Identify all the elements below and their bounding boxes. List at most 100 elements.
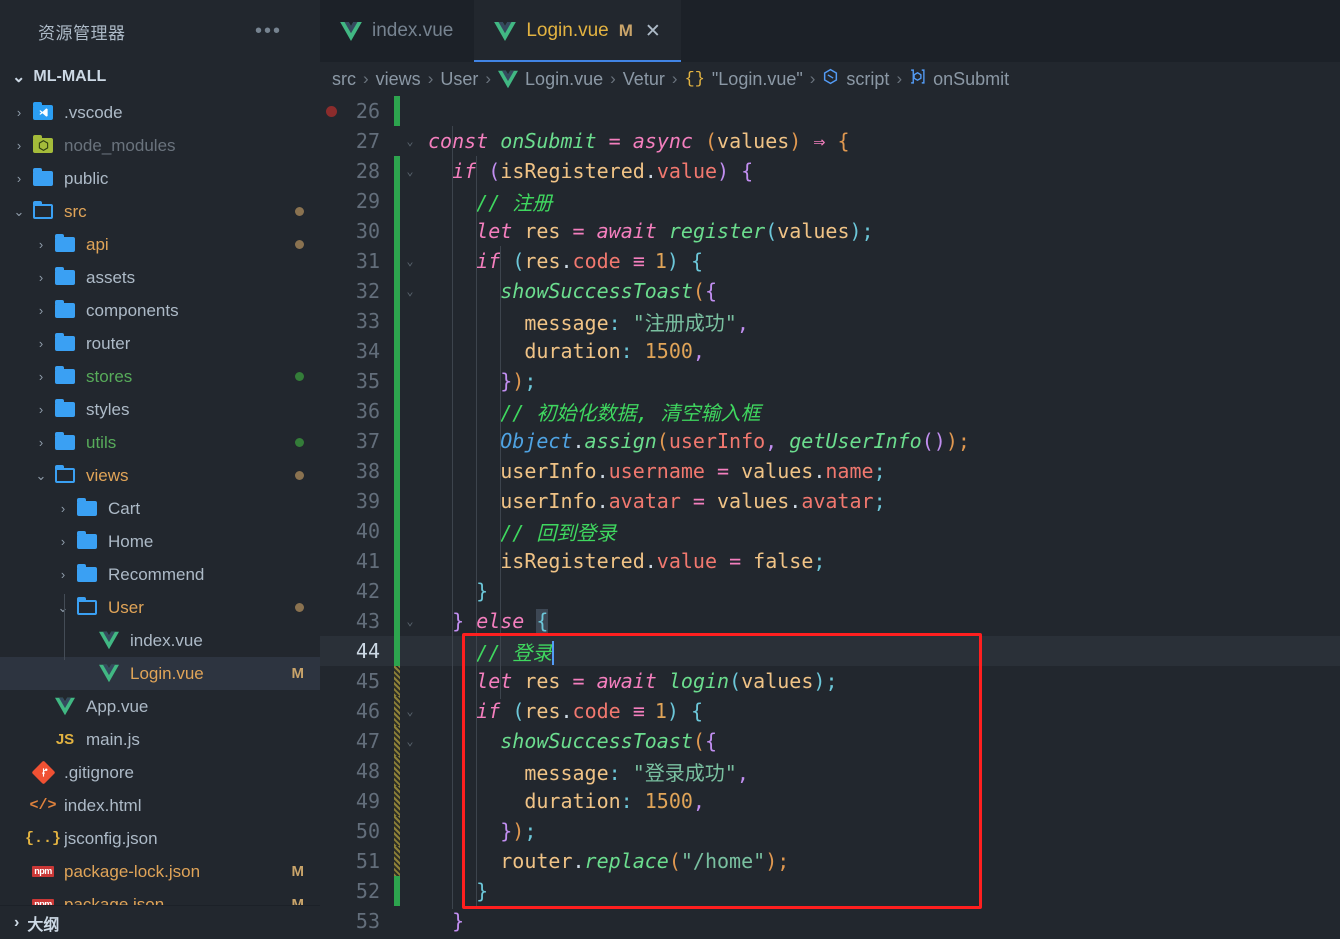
- fold-chevron-icon[interactable]: ⌄: [400, 704, 420, 718]
- code-line-35[interactable]: 35 });: [320, 366, 1340, 396]
- code-content[interactable]: 26 27 ⌄ const onSubmit = async (values) ⇒ {…: [320, 96, 1340, 939]
- code-line-34[interactable]: 34 duration: 1500,: [320, 336, 1340, 366]
- chevron-down-icon[interactable]: ⌄: [30, 468, 52, 484]
- tree-item-cart[interactable]: › Cart: [0, 492, 320, 525]
- chevron-right-icon[interactable]: ›: [30, 303, 52, 318]
- code-line-37[interactable]: 37 Object.assign(userInfo, getUserInfo()…: [320, 426, 1340, 456]
- chevron-right-icon[interactable]: ›: [30, 237, 52, 252]
- code-line-43[interactable]: 43 ⌄ } else {: [320, 606, 1340, 636]
- tree-item-package-json[interactable]: npm package.json M: [0, 888, 320, 905]
- breadcrumb[interactable]: src › views › User › Login.vue › Vetur › {} "Login.…: [320, 62, 1340, 96]
- chevron-right-icon[interactable]: ›: [30, 270, 52, 285]
- main-row: ⌄ ML-MALL › .vscode › node_modules › public ⌄ s…: [0, 62, 1340, 939]
- tree-item-jsconfig-json[interactable]: {..} jsconfig.json: [0, 822, 320, 855]
- breadcrumb-item-loginvue[interactable]: {} "Login.vue": [685, 69, 803, 90]
- code-line-32[interactable]: 32 ⌄ showSuccessToast({: [320, 276, 1340, 306]
- more-actions-icon[interactable]: •••: [255, 21, 282, 41]
- breadcrumb-item-user[interactable]: User: [440, 69, 478, 90]
- code-line-29[interactable]: 29 // 注册: [320, 186, 1340, 216]
- chevron-right-icon[interactable]: ›: [8, 138, 30, 153]
- code-line-42[interactable]: 42 }: [320, 576, 1340, 606]
- breakpoint-icon[interactable]: [325, 105, 337, 117]
- code-line-27[interactable]: 27 ⌄ const onSubmit = async (values) ⇒ {: [320, 126, 1340, 156]
- fold-chevron-icon[interactable]: ⌄: [400, 134, 420, 148]
- tree-item--gitignore[interactable]: .gitignore: [0, 756, 320, 789]
- tree-item-components[interactable]: › components: [0, 294, 320, 327]
- code-line-47[interactable]: 47 ⌄ showSuccessToast({: [320, 726, 1340, 756]
- code-line-33[interactable]: 33 message: "注册成功",: [320, 306, 1340, 336]
- code-line-45[interactable]: 45 let res = await login(values);: [320, 666, 1340, 696]
- fold-chevron-icon[interactable]: ⌄: [400, 614, 420, 628]
- code-line-53[interactable]: 53 }: [320, 906, 1340, 936]
- code-line-46[interactable]: 46 ⌄ if (res.code ≡ 1) {: [320, 696, 1340, 726]
- tree-item-home[interactable]: › Home: [0, 525, 320, 558]
- code-line-44[interactable]: 44 // 登录: [320, 636, 1340, 666]
- tree-item-recommend[interactable]: › Recommend: [0, 558, 320, 591]
- code-line-40[interactable]: 40 // 回到登录: [320, 516, 1340, 546]
- tree-item-package-lock-json[interactable]: npm package-lock.json M: [0, 855, 320, 888]
- code-line-38[interactable]: 38 userInfo.username = values.name;: [320, 456, 1340, 486]
- breadcrumb-item-vetur[interactable]: Vetur: [623, 69, 665, 90]
- file-tree[interactable]: › .vscode › node_modules › public ⌄ src › api › ass…: [0, 92, 320, 905]
- workspace-root-row[interactable]: ⌄ ML-MALL: [0, 62, 320, 92]
- tree-item-api[interactable]: › api: [0, 228, 320, 261]
- tree-item-index-vue[interactable]: index.vue: [0, 624, 320, 657]
- code-line-39[interactable]: 39 userInfo.avatar = values.avatar;: [320, 486, 1340, 516]
- chevron-right-icon[interactable]: ›: [30, 402, 52, 417]
- close-icon[interactable]: ✕: [645, 20, 661, 43]
- chevron-down-icon[interactable]: ⌄: [8, 204, 30, 220]
- breadcrumb-item-views[interactable]: views: [376, 69, 421, 90]
- chevron-right-icon: ›: [14, 913, 20, 931]
- breakpoint-gutter[interactable]: [320, 105, 342, 117]
- fold-chevron-icon[interactable]: ⌄: [400, 164, 420, 178]
- code-line-36[interactable]: 36 // 初始化数据, 清空输入框: [320, 396, 1340, 426]
- chevron-down-icon[interactable]: ⌄: [52, 600, 74, 616]
- fold-chevron-icon[interactable]: ⌄: [400, 284, 420, 298]
- tree-item-public[interactable]: › public: [0, 162, 320, 195]
- code-line-50[interactable]: 50 });: [320, 816, 1340, 846]
- tree-item-views[interactable]: ⌄ views: [0, 459, 320, 492]
- code-text: showSuccessToast({: [500, 279, 717, 303]
- tree-item-styles[interactable]: › styles: [0, 393, 320, 426]
- tree-item-main-js[interactable]: JS main.js: [0, 723, 320, 756]
- chevron-right-icon[interactable]: ›: [52, 567, 74, 582]
- chevron-right-icon[interactable]: ›: [30, 435, 52, 450]
- code-line-49[interactable]: 49 duration: 1500,: [320, 786, 1340, 816]
- code-line-26[interactable]: 26: [320, 96, 1340, 126]
- tree-item-user[interactable]: ⌄ User: [0, 591, 320, 624]
- breadcrumb-item-onsubmit[interactable]: onSubmit: [909, 68, 1009, 90]
- outline-section-header[interactable]: › 大纲: [0, 905, 320, 939]
- breadcrumb-item-src[interactable]: src: [332, 69, 356, 90]
- code-line-48[interactable]: 48 message: "登录成功",: [320, 756, 1340, 786]
- tree-item-router[interactable]: › router: [0, 327, 320, 360]
- chevron-right-icon[interactable]: ›: [30, 336, 52, 351]
- tree-item-node-modules[interactable]: › node_modules: [0, 129, 320, 162]
- fold-chevron-icon[interactable]: ⌄: [400, 254, 420, 268]
- line-number: 53: [355, 909, 380, 933]
- tree-item-app-vue[interactable]: App.vue: [0, 690, 320, 723]
- tree-item--vscode[interactable]: › .vscode: [0, 96, 320, 129]
- fold-chevron-icon[interactable]: ⌄: [400, 734, 420, 748]
- chevron-right-icon[interactable]: ›: [52, 534, 74, 549]
- tab-login-vue[interactable]: Login.vue M ✕: [474, 0, 682, 62]
- tree-item-stores[interactable]: › stores: [0, 360, 320, 393]
- chevron-right-icon[interactable]: ›: [52, 501, 74, 516]
- tree-item-login-vue[interactable]: Login.vue M: [0, 657, 320, 690]
- chevron-right-icon[interactable]: ›: [8, 105, 30, 120]
- chevron-right-icon[interactable]: ›: [8, 171, 30, 186]
- tree-item-src[interactable]: ⌄ src: [0, 195, 320, 228]
- tree-item-index-html[interactable]: </> index.html: [0, 789, 320, 822]
- breadcrumb-item-script[interactable]: script: [822, 68, 889, 90]
- code-line-41[interactable]: 41 isRegistered.value = false;: [320, 546, 1340, 576]
- code-line-31[interactable]: 31 ⌄ if (res.code ≡ 1) {: [320, 246, 1340, 276]
- tree-item-utils[interactable]: › utils: [0, 426, 320, 459]
- workspace-name: ML-MALL: [33, 68, 107, 85]
- tab-index-vue[interactable]: index.vue: [320, 0, 475, 62]
- tree-item-assets[interactable]: › assets: [0, 261, 320, 294]
- code-line-52[interactable]: 52 }: [320, 876, 1340, 906]
- code-line-30[interactable]: 30 let res = await register(values);: [320, 216, 1340, 246]
- breadcrumb-item-loginvue[interactable]: Login.vue: [498, 69, 603, 90]
- code-line-28[interactable]: 28 ⌄ if (isRegistered.value) {: [320, 156, 1340, 186]
- code-line-51[interactable]: 51 router.replace("/home");: [320, 846, 1340, 876]
- chevron-right-icon[interactable]: ›: [30, 369, 52, 384]
